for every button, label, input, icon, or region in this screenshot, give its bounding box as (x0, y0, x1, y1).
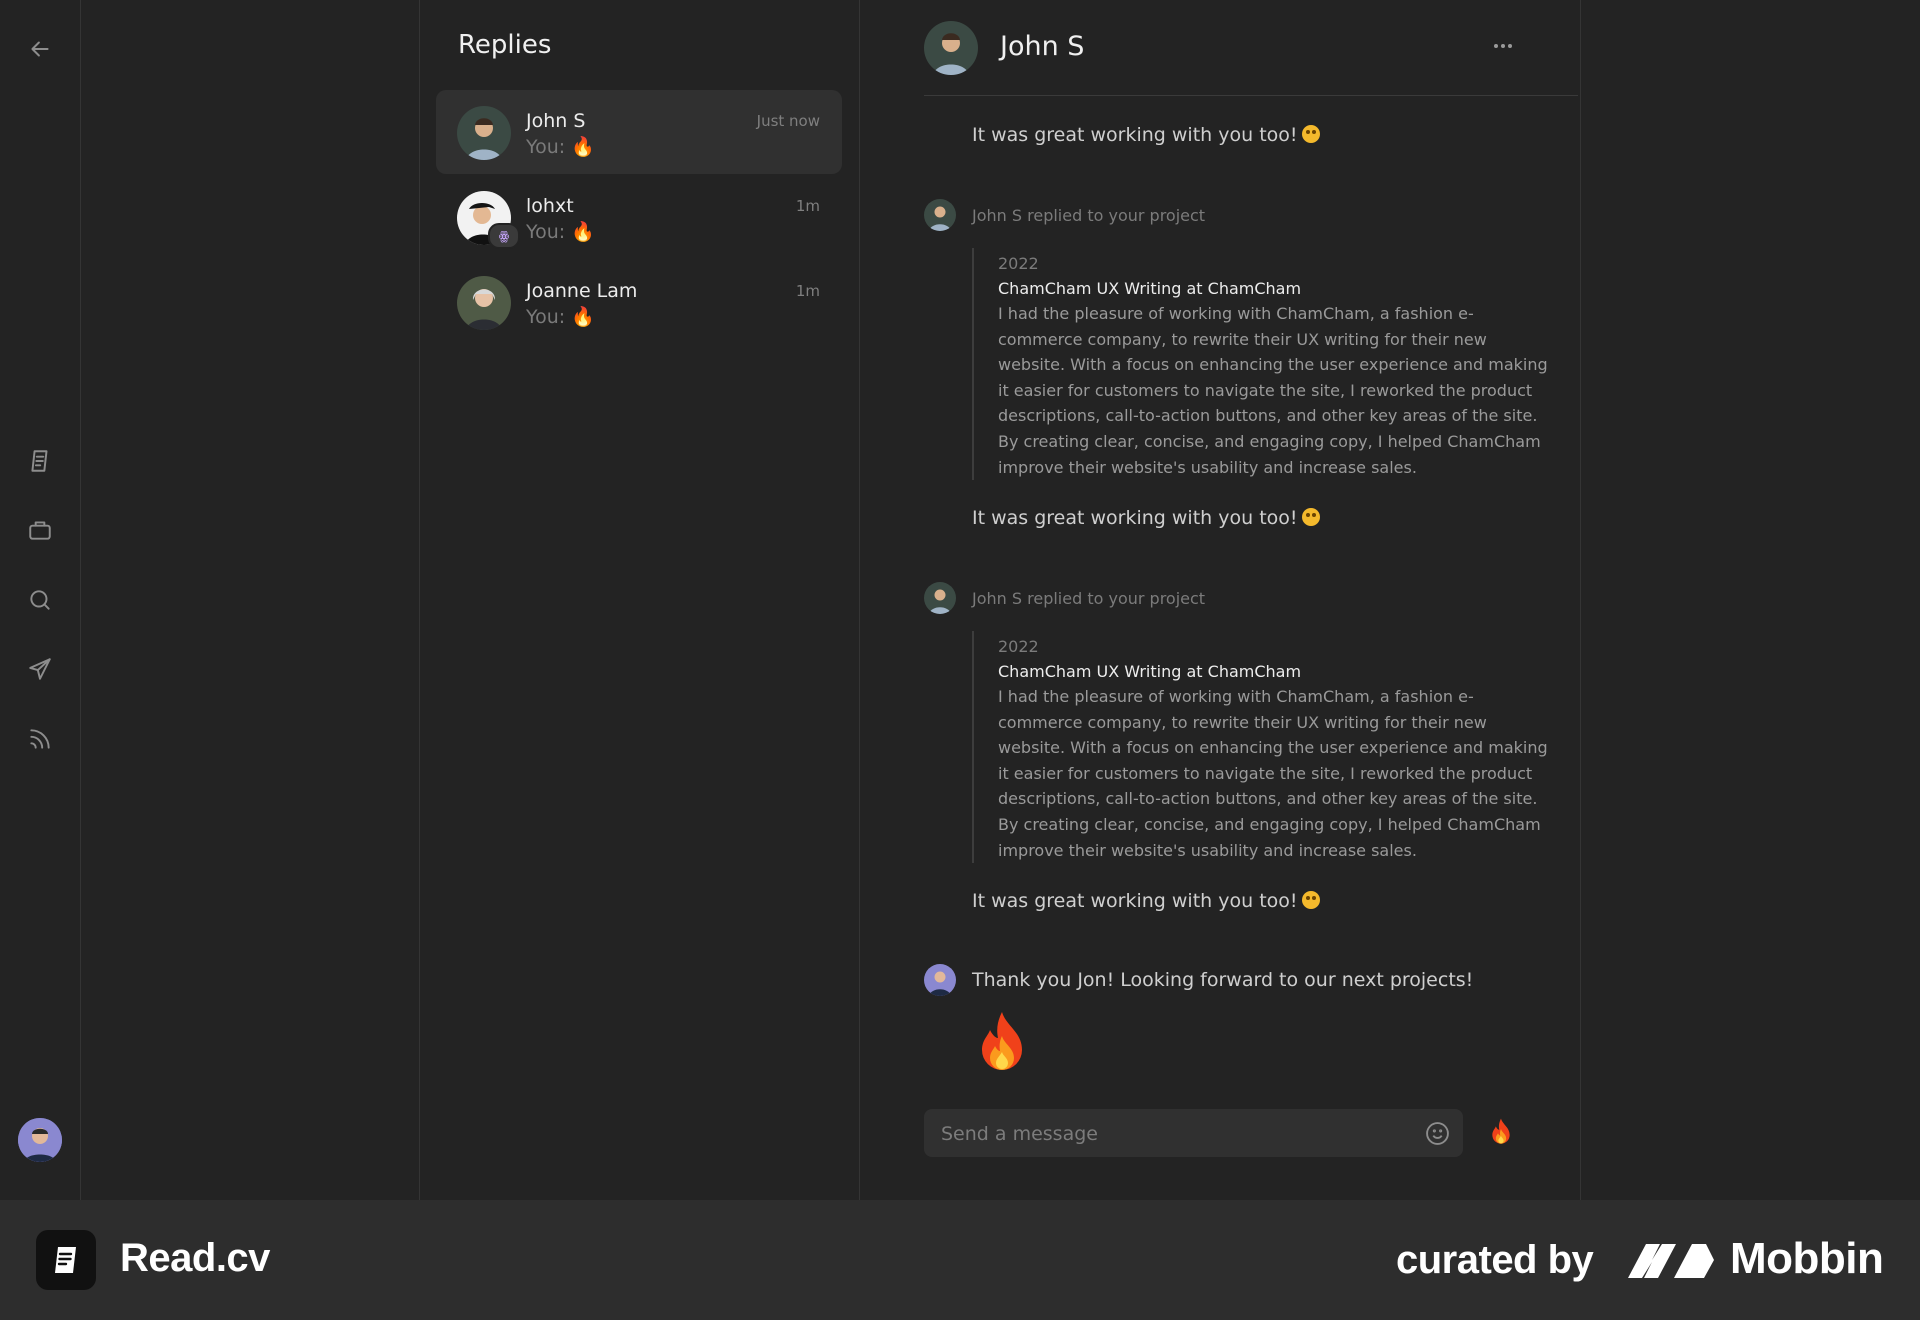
app-window: Replies John S You: 🔥 Just now ꙮ lohxt Y… (0, 0, 1920, 1200)
message-input[interactable] (924, 1109, 1403, 1159)
divider (924, 95, 1578, 96)
curator-name: Mobbin (1730, 1234, 1884, 1283)
curated-by-label: curated by (1396, 1238, 1594, 1282)
conversation-item[interactable]: Joanne Lam You: 🔥 1m (436, 260, 842, 344)
footer-bar: Read.cv curated by Mobbin (0, 1200, 1920, 1320)
project-quote[interactable]: 2022 ChamCham UX Writing at ChamCham I h… (972, 248, 1554, 481)
back-button[interactable] (20, 29, 60, 69)
fire-icon[interactable] (1488, 1117, 1514, 1147)
replies-title: Replies (458, 30, 552, 60)
reply-meta: John S replied to your project (972, 589, 1206, 608)
conversation-time: 1m (795, 197, 820, 215)
reply-meta: John S replied to your project (972, 206, 1206, 225)
project-quote[interactable]: 2022 ChamCham UX Writing at ChamCham I h… (972, 631, 1554, 864)
document-icon (31, 450, 48, 472)
conversation-preview: You: 🔥 (526, 306, 595, 328)
nav-feed-button[interactable] (20, 719, 60, 759)
message-text: It was great working with you too! (972, 890, 1320, 912)
mobbin-logo-icon (1628, 1244, 1714, 1278)
smile-icon (1426, 1122, 1449, 1145)
app-name: Read.cv (120, 1236, 270, 1280)
project-title: ChamCham UX Writing at ChamCham (998, 279, 1302, 298)
message-composer (924, 1109, 1463, 1159)
project-title: ChamCham UX Writing at ChamCham (998, 662, 1302, 681)
message-text: Thank you Jon! Looking forward to our ne… (972, 969, 1474, 991)
conversation-name: lohxt (526, 195, 574, 217)
conversation-name: Joanne Lam (526, 280, 638, 302)
avatar (457, 276, 511, 330)
nav-rail (0, 0, 81, 1200)
avatar (924, 199, 956, 231)
back-arrow-icon (31, 41, 49, 57)
user-avatar (924, 964, 956, 996)
conversation-time: 1m (795, 282, 820, 300)
fire-icon (982, 1012, 1022, 1070)
avatar (457, 106, 511, 160)
send-icon (29, 658, 51, 680)
conversation-item[interactable]: ꙮ lohxt You: 🔥 1m (436, 175, 842, 259)
contact-avatar[interactable] (924, 21, 978, 75)
nav-messages-button[interactable] (20, 649, 60, 689)
conversation-preview: You: 🔥 (526, 136, 595, 158)
replies-panel: Replies John S You: 🔥 Just now ꙮ lohxt Y… (420, 0, 860, 1200)
starstruck-emoji-icon (1301, 508, 1320, 526)
nav-search-button[interactable] (20, 580, 60, 620)
project-description: I had the pleasure of working with ChamC… (998, 304, 1548, 477)
starstruck-emoji-icon (1301, 891, 1320, 909)
message-text: It was great working with you too! (972, 124, 1320, 146)
chat-panel: John S It was great working with you too… (860, 0, 1581, 1200)
empty-panel (81, 0, 420, 1200)
message-text: It was great working with you too! (972, 507, 1320, 529)
search-icon (30, 590, 50, 610)
conversation-preview: You: 🔥 (526, 221, 595, 243)
avatar (924, 582, 956, 614)
project-description: I had the pleasure of working with ChamC… (998, 687, 1548, 860)
nav-work-button[interactable] (20, 510, 60, 550)
conversation-time: Just now (756, 112, 820, 130)
project-year: 2022 (998, 254, 1039, 273)
briefcase-icon (29, 521, 51, 540)
project-year: 2022 (998, 637, 1039, 656)
emoji-picker-button[interactable] (1425, 1121, 1450, 1146)
more-icon[interactable] (1488, 36, 1518, 56)
conversation-item[interactable]: John S You: 🔥 Just now (436, 90, 842, 174)
nav-profile-button[interactable] (20, 441, 60, 481)
contact-name[interactable]: John S (1000, 31, 1084, 62)
conversation-name: John S (526, 110, 586, 132)
feed-icon (30, 729, 50, 749)
user-avatar[interactable] (18, 1118, 62, 1162)
starstruck-emoji-icon (1301, 125, 1320, 143)
community-badge-icon: ꙮ (488, 223, 520, 249)
readcv-logo-icon (36, 1230, 96, 1290)
